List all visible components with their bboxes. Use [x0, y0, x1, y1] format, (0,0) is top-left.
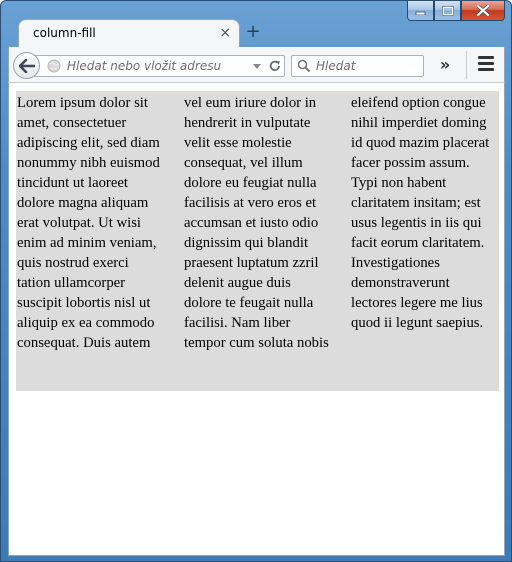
- page-content: Lorem ipsum dolor sit amet, consectetuer…: [8, 83, 505, 556]
- globe-icon: [47, 59, 61, 73]
- tab-close-button[interactable]: ×: [219, 25, 231, 41]
- url-input[interactable]: [67, 58, 247, 74]
- hamburger-menu-icon[interactable]: [476, 56, 496, 74]
- maximize-icon: [441, 5, 454, 16]
- tab-strip: column-fill × +: [8, 15, 505, 47]
- dropdown-arrow-icon[interactable]: [251, 59, 263, 73]
- tab-column-fill[interactable]: column-fill ×: [18, 19, 240, 47]
- search-bar[interactable]: [291, 55, 424, 77]
- back-arrow-icon: [18, 58, 35, 73]
- navigation-toolbar: »: [8, 47, 505, 83]
- reload-icon[interactable]: [268, 58, 282, 74]
- search-icon: [297, 59, 311, 73]
- browser-window: column-fill × + Hledat nebo vložit adres…: [0, 0, 512, 562]
- search-input[interactable]: [316, 58, 416, 74]
- tab-title: column-fill: [33, 26, 96, 40]
- window-client-area: column-fill × + Hledat nebo vložit adres…: [8, 15, 505, 556]
- url-bar[interactable]: [31, 55, 285, 77]
- new-tab-button[interactable]: +: [243, 22, 263, 42]
- toolbar-separator: [466, 51, 467, 79]
- minimize-icon: [415, 11, 426, 15]
- overflow-chevron-icon[interactable]: »: [434, 55, 456, 75]
- back-button[interactable]: [13, 52, 40, 79]
- column-fill-text-block: Lorem ipsum dolor sit amet, consectetuer…: [16, 91, 499, 391]
